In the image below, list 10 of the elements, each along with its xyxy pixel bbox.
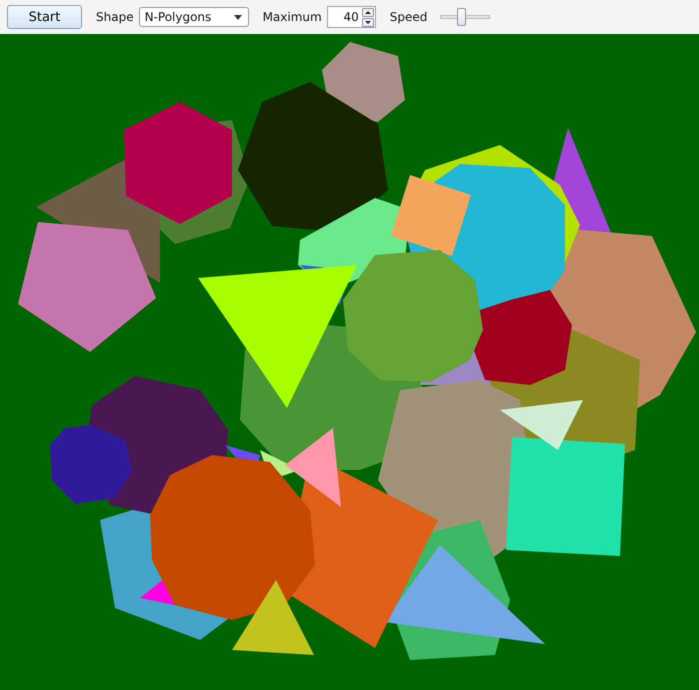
down-arrow-icon[interactable] — [362, 18, 374, 26]
caret-icon — [234, 14, 242, 20]
shape-label: Shape — [96, 10, 134, 24]
shape-dropdown[interactable]: N-Polygons — [138, 7, 249, 27]
up-arrow-icon[interactable] — [362, 8, 374, 16]
maximum-spinner[interactable]: 40 — [326, 6, 376, 28]
speed-label: Speed — [390, 10, 428, 24]
speed-slider-thumb[interactable] — [456, 8, 466, 26]
start-button[interactable]: Start — [7, 5, 82, 29]
maximum-label: Maximum — [262, 10, 322, 24]
